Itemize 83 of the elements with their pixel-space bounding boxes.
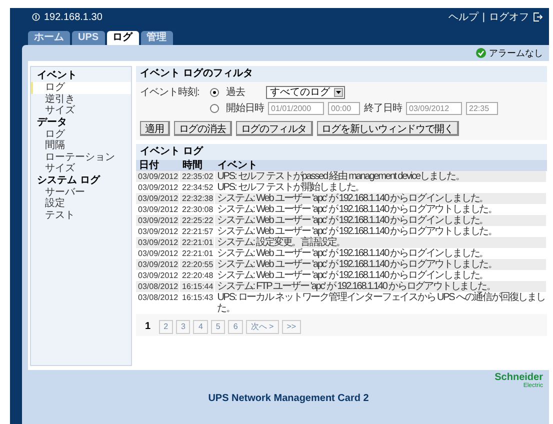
table-cell: 03/09/2012 <box>136 204 180 215</box>
sidebar-item[interactable]: テスト <box>31 210 131 221</box>
page-link[interactable]: 4 <box>193 320 208 334</box>
table-cell: 16:15:43 <box>180 292 215 314</box>
alarm-status: アラームなし <box>489 46 543 60</box>
sidebar-item[interactable]: 逆引き <box>31 94 131 105</box>
table-cell: 03/08/2012 <box>136 281 180 292</box>
table-cell: 22:32:38 <box>180 193 215 204</box>
table-cell: システム: Web ユーザー 'apc' が 192.168.1.140 からログアウトしました。 <box>214 204 546 215</box>
table-cell: システム: Web ユーザー 'apc' が 192.168.1.140 からログインしました。 <box>214 248 546 259</box>
table-cell: UPS: ローカル ネットワーク管理インターフェイスから UPS への通信が回復しました。 <box>214 292 546 314</box>
table-cell: 03/09/2012 <box>136 248 180 259</box>
table-cell: UPS: セルフ テストがpassed 経由 management deviceしました。 <box>214 171 546 182</box>
table-cell: 22:34:52 <box>180 182 215 193</box>
table-cell: 03/09/2012 <box>136 270 180 281</box>
nav-tab[interactable]: ログ <box>106 31 139 45</box>
sidebar-group: データ <box>31 116 131 128</box>
table-cell: システム: Web ユーザー 'apc' が 192.168.1.140 からログアウトしました。 <box>214 226 546 237</box>
table-cell: システム: FTP ユーザー 'apc' が 192.168.1.140 からログアウトしました。 <box>214 281 546 292</box>
table-cell: 22:21:57 <box>180 226 215 237</box>
info-icon <box>32 13 40 21</box>
radio-button[interactable] <box>210 88 219 96</box>
sidebar-item[interactable]: 間隔 <box>31 140 131 152</box>
section-title: イベント ログのフィルタ <box>136 66 547 82</box>
sidebar-group: システム ログ <box>31 174 131 186</box>
table-cell: 22:20:55 <box>180 259 215 270</box>
sidebar-item[interactable]: ログ <box>31 82 131 94</box>
option-label: 開始日時 <box>226 102 264 115</box>
time-field[interactable]: 22:35 <box>466 102 498 114</box>
table-cell: 03/09/2012 <box>136 215 180 226</box>
field-label: 終了日時 <box>364 102 402 115</box>
caret-icon <box>334 88 343 96</box>
section-title: イベント ログ <box>136 144 547 160</box>
sidebar-item[interactable]: 設定 <box>31 198 131 210</box>
time-field[interactable]: 00:00 <box>328 102 360 114</box>
table-cell: 22:21:01 <box>180 237 215 248</box>
action-button[interactable]: ログの消去 <box>174 121 232 136</box>
column-header: 時間 <box>180 160 215 171</box>
table-cell: システム: Web ユーザー 'apc' が 192.168.1.140 からログインしました。 <box>214 270 546 281</box>
table-cell: システム: Web ユーザー 'apc' が 192.168.1.140 からログインしました。 <box>214 215 546 226</box>
header-link[interactable]: ヘルプ <box>448 10 478 24</box>
radio-button[interactable] <box>210 104 219 112</box>
table-cell: システム: Web ユーザー 'apc' が 192.168.1.140 からログアウトしました。 <box>214 259 546 270</box>
sidebar-item[interactable]: サイズ <box>31 163 131 174</box>
date-field[interactable]: 03/09/2012 <box>406 102 462 114</box>
table-cell: システム: 設定変更。言語設定。 <box>214 237 546 248</box>
action-button[interactable]: 適用 <box>140 121 170 136</box>
brand-name: Schneider <box>494 373 543 382</box>
date-field[interactable]: 01/01/2000 <box>268 102 324 114</box>
sidebar-item[interactable]: サーバー <box>31 186 131 198</box>
table-cell: 22:25:22 <box>180 215 215 226</box>
option-label: 過去 <box>226 86 246 99</box>
table-cell: 16:15:44 <box>180 281 215 292</box>
table-cell: 03/09/2012 <box>136 259 180 270</box>
table-cell: 03/09/2012 <box>136 237 180 248</box>
action-button[interactable]: ログのフィルタ <box>236 121 313 136</box>
table-cell: 03/09/2012 <box>136 193 180 204</box>
field-label: イベント時刻: <box>140 86 200 99</box>
logout-icon[interactable] <box>533 12 543 22</box>
table-cell: 03/09/2012 <box>136 226 180 237</box>
table-cell: UPS: セルフ テストが開始しました。 <box>214 182 546 193</box>
check-icon <box>476 48 486 58</box>
table-cell: 03/09/2012 <box>136 182 180 193</box>
ip-address: 192.168.1.30 <box>44 12 102 22</box>
sidebar-group: イベント <box>31 70 131 82</box>
column-header: 日付 <box>136 160 180 171</box>
column-header: イベント <box>214 160 546 171</box>
table-cell: 22:20:48 <box>180 270 215 281</box>
product-name: UPS Network Management Card 2 <box>208 393 369 404</box>
link-separator: | <box>482 12 485 22</box>
action-button[interactable]: ログを新しいウィンドウで開く <box>316 121 460 136</box>
sidebar-item[interactable]: サイズ <box>31 105 131 116</box>
table-cell: 03/08/2012 <box>136 292 180 314</box>
page-link[interactable]: 1 <box>140 320 156 334</box>
header-link[interactable]: ログオフ <box>489 10 529 24</box>
table-cell: 22:30:08 <box>180 204 215 215</box>
sidebar-item[interactable]: ローテーション <box>31 152 131 163</box>
range-dropdown[interactable]: すべてのログ <box>266 86 345 98</box>
table-cell: 22:35:02 <box>180 171 215 182</box>
table-cell: 03/09/2012 <box>136 171 180 182</box>
table-cell: 22:21:01 <box>180 248 215 259</box>
sidebar-item[interactable]: ログ <box>31 128 131 140</box>
table-cell: システム: Web ユーザー 'apc' が 192.168.1.140 からログインしました。 <box>214 193 546 204</box>
